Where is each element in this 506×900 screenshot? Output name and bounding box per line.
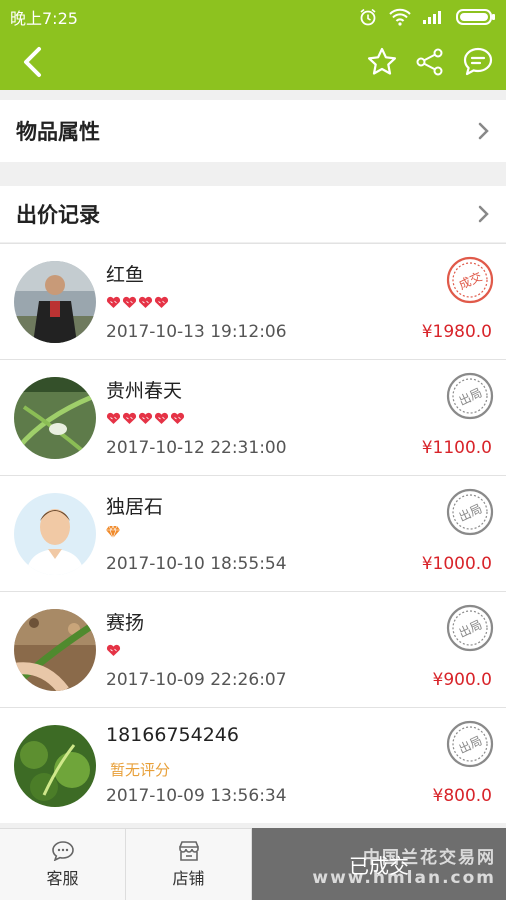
rating-hearts <box>106 642 121 661</box>
stamp-label: 出局 <box>457 617 485 640</box>
heart-icon <box>154 294 169 313</box>
deal-stamp-icon: 成交 <box>446 256 494 304</box>
no-rating-label: 暂无评分 <box>110 761 171 779</box>
watermark: 中国兰花交易网 www.hmlan.com <box>312 848 496 888</box>
heart-icon <box>122 410 137 429</box>
bidder-name: 18166754246 <box>106 724 239 746</box>
heart-icon <box>106 642 121 661</box>
share-icon <box>416 48 443 76</box>
customer-service-label: 客服 <box>46 868 79 888</box>
out-stamp-icon: 出局 <box>446 372 494 420</box>
wifi-icon <box>389 8 411 26</box>
chat-icon <box>51 840 74 861</box>
back-button[interactable] <box>14 44 50 80</box>
heart-icon <box>122 294 137 313</box>
bid-price: ¥1000.0 <box>421 554 492 574</box>
avatar <box>14 493 96 575</box>
properties-section[interactable]: 物品属性 <box>0 100 506 162</box>
bid-row[interactable]: 18166754246 暂无评分 2017-10-09 13:56:34 ¥80… <box>0 707 506 823</box>
bid-list: 红鱼 2017-10-13 19:12:06 ¥1980.0 成交 贵州春天 2… <box>0 243 506 823</box>
favorite-button[interactable] <box>364 44 400 80</box>
stamp-label: 出局 <box>457 501 485 524</box>
bid-row[interactable]: 独居石 2017-10-10 18:55:54 ¥1000.0 出局 <box>0 475 506 591</box>
bid-row[interactable]: 赛扬 2017-10-09 22:26:07 ¥900.0 出局 <box>0 591 506 707</box>
chat-bubble-icon <box>463 47 493 76</box>
customer-service-button[interactable]: 客服 <box>0 828 126 900</box>
share-button[interactable] <box>412 44 448 80</box>
bid-price: ¥800.0 <box>432 786 492 806</box>
message-button[interactable] <box>460 44 496 80</box>
chevron-right-icon <box>478 205 489 223</box>
bidder-name: 红鱼 <box>106 264 145 286</box>
rating-hearts <box>106 294 169 313</box>
bid-records-section[interactable]: 出价记录 <box>0 186 506 242</box>
bidder-name: 独居石 <box>106 496 164 518</box>
bidder-name: 赛扬 <box>106 612 145 634</box>
store-icon <box>178 840 199 861</box>
heart-icon <box>106 294 121 313</box>
avatar <box>14 609 96 691</box>
rating-hearts <box>106 410 185 429</box>
bid-time: 2017-10-09 13:56:34 <box>106 786 287 806</box>
status-icons <box>358 7 496 27</box>
heart-icon <box>138 410 153 429</box>
stamp-label: 出局 <box>457 385 485 408</box>
bid-time: 2017-10-13 19:12:06 <box>106 322 287 342</box>
bid-time: 2017-10-10 18:55:54 <box>106 554 287 574</box>
heart-icon <box>170 410 185 429</box>
diamond-icon <box>106 526 120 538</box>
battery-icon <box>456 9 495 25</box>
heart-icon <box>138 294 153 313</box>
avatar <box>14 725 96 807</box>
chevron-right-icon <box>478 122 489 140</box>
shop-label: 店铺 <box>172 868 205 888</box>
rating-diamond <box>106 526 120 538</box>
bid-row[interactable]: 红鱼 2017-10-13 19:12:06 ¥1980.0 成交 <box>0 243 506 359</box>
out-stamp-icon: 出局 <box>446 604 494 652</box>
bid-price: ¥900.0 <box>432 670 492 690</box>
bottom-bar: 客服 店铺 已成交 中国兰花交易网 www.hmlan.com <box>0 828 506 900</box>
heart-icon <box>154 410 169 429</box>
bid-price: ¥1100.0 <box>421 438 492 458</box>
deal-status-button[interactable]: 已成交 中国兰花交易网 www.hmlan.com <box>252 828 506 900</box>
shop-button[interactable]: 店铺 <box>126 828 252 900</box>
alarm-icon <box>360 8 376 26</box>
bidder-name: 贵州春天 <box>106 380 183 402</box>
out-stamp-icon: 出局 <box>446 488 494 536</box>
top-toolbar <box>0 34 506 90</box>
avatar <box>14 261 96 343</box>
watermark-line-2: www.hmlan.com <box>312 868 496 888</box>
status-bar: 晚上7:25 <box>0 0 506 34</box>
star-icon <box>368 47 396 75</box>
back-arrow-icon <box>24 47 41 77</box>
stamp-label: 出局 <box>457 733 485 756</box>
watermark-line-1: 中国兰花交易网 <box>363 848 496 868</box>
signal-icon <box>423 11 441 24</box>
bid-records-title: 出价记录 <box>16 203 100 227</box>
stamp-label: 成交 <box>456 269 484 293</box>
avatar <box>14 377 96 459</box>
out-stamp-icon: 出局 <box>446 720 494 768</box>
status-time: 晚上7:25 <box>10 9 78 28</box>
bid-row[interactable]: 贵州春天 2017-10-12 22:31:00 ¥1100.0 出局 <box>0 359 506 475</box>
heart-icon <box>106 410 121 429</box>
properties-title: 物品属性 <box>16 120 100 144</box>
bid-time: 2017-10-09 22:26:07 <box>106 670 287 690</box>
bid-price: ¥1980.0 <box>421 322 492 342</box>
bid-time: 2017-10-12 22:31:00 <box>106 438 287 458</box>
